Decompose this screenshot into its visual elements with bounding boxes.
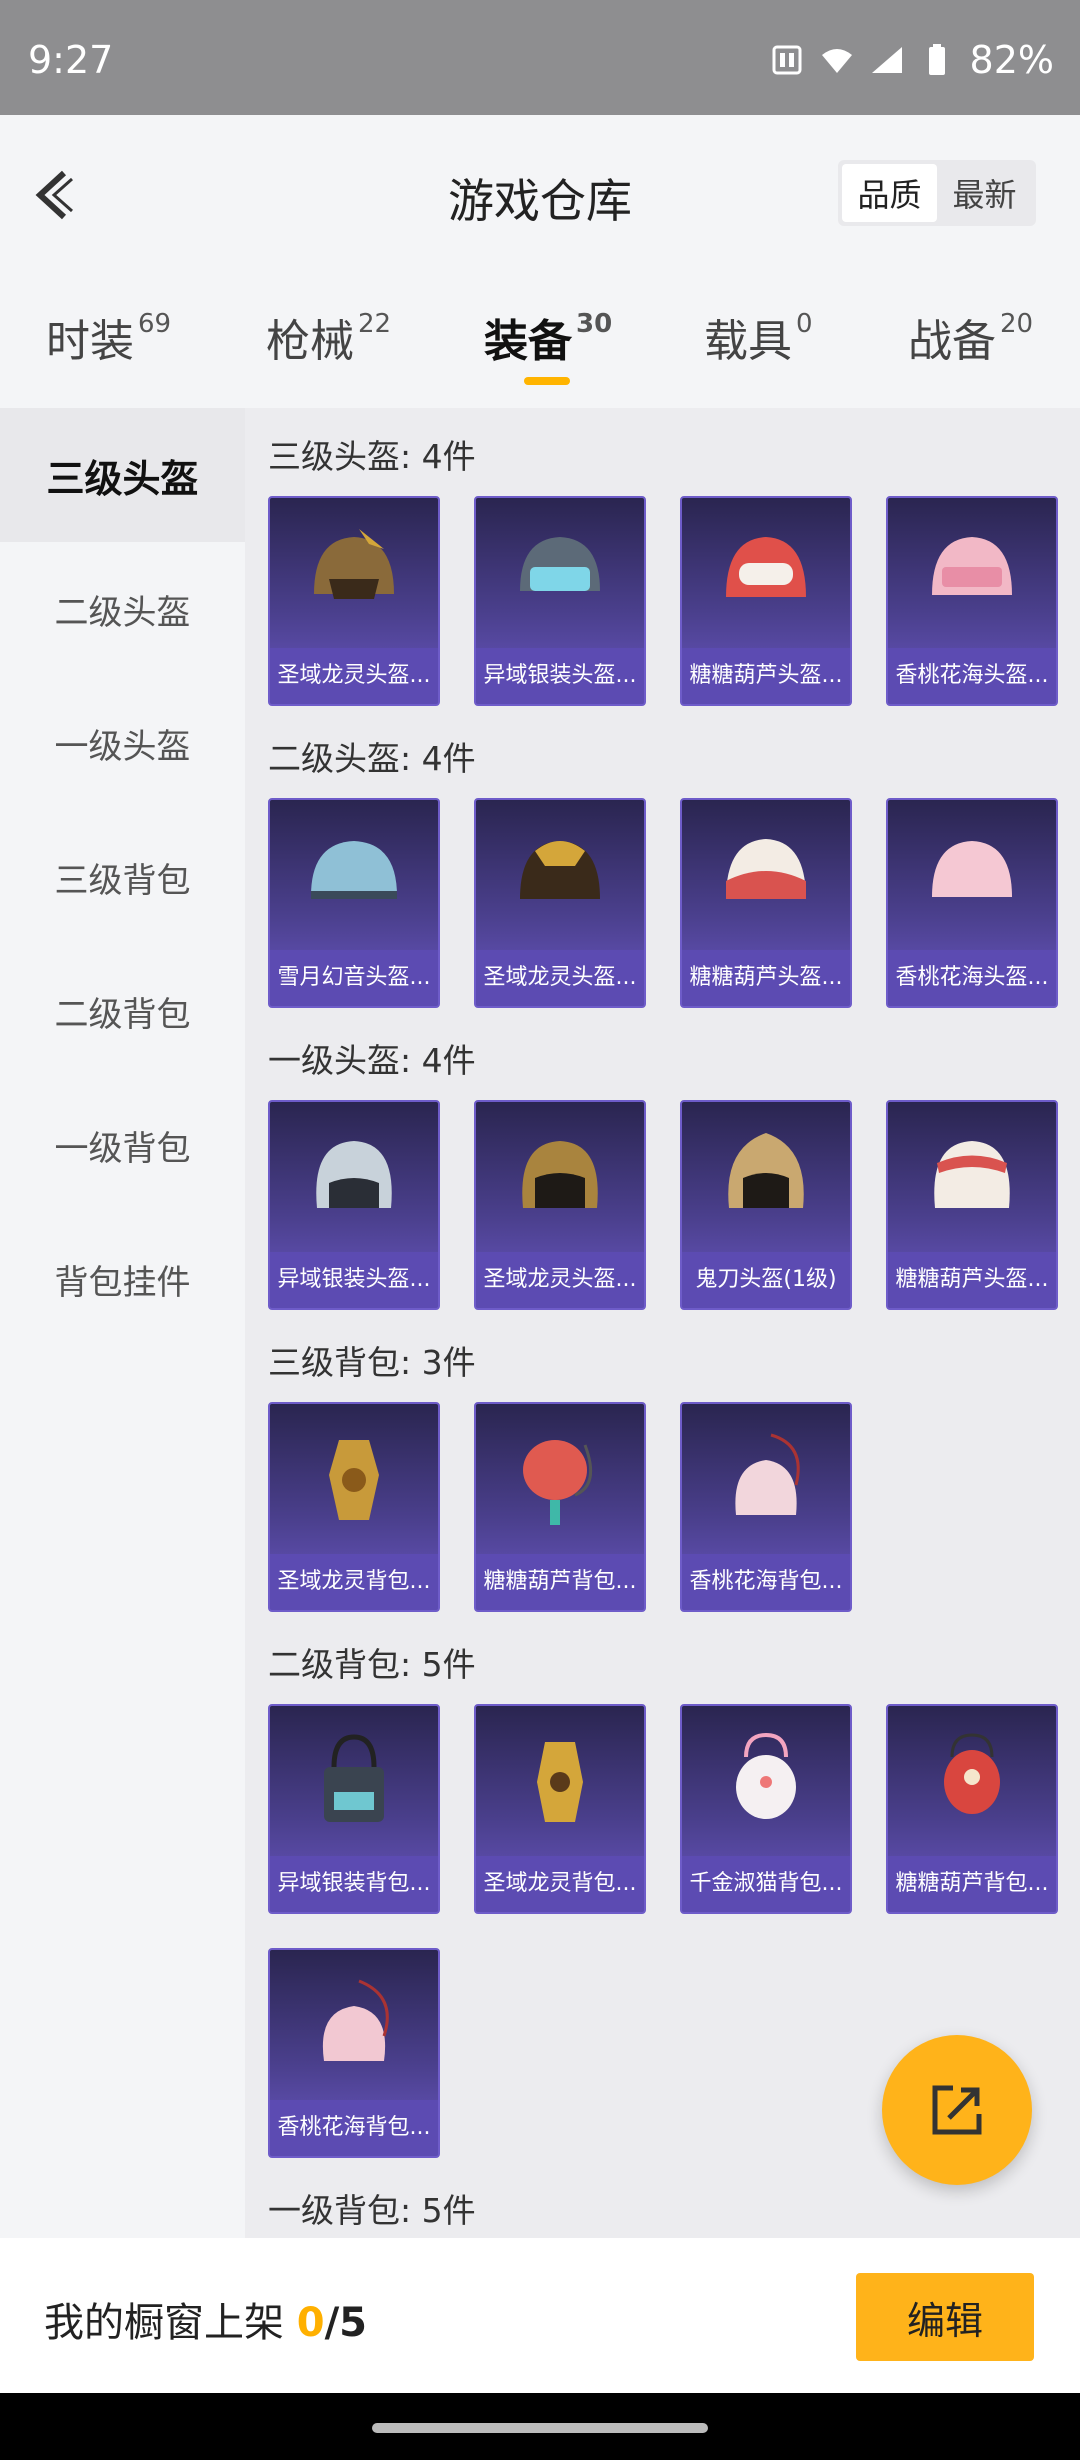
helmet-icon	[888, 800, 1056, 952]
sidenav-item-pendant[interactable]: 背包挂件	[0, 1212, 245, 1346]
section-title: 一级背包: 5件	[268, 2191, 476, 2230]
section-title: 二级头盔: 4件	[268, 739, 476, 778]
sidenav-item-backpack-2[interactable]: 二级背包	[0, 944, 245, 1078]
item-card[interactable]: 香桃花海背包...	[680, 1402, 852, 1612]
tab-equipment[interactable]: 装备 30	[484, 305, 612, 369]
sort-latest-button[interactable]: 最新	[937, 164, 1032, 222]
item-card[interactable]: 鬼刀头盔(1级)	[680, 1100, 852, 1310]
backpack-icon	[682, 1706, 850, 1858]
status-time: 9:27	[28, 38, 114, 82]
backpack-icon	[888, 1706, 1056, 1858]
sidenav-item-helmet-2[interactable]: 二级头盔	[0, 542, 245, 676]
showcase-status: 我的橱窗上架 0/5	[44, 2300, 368, 2346]
item-card[interactable]: 千金淑猫背包...	[680, 1704, 852, 1914]
system-nav-bar	[0, 2393, 1080, 2460]
sidenav-item-backpack-1[interactable]: 一级背包	[0, 1078, 245, 1212]
tab-fashion[interactable]: 时装 69	[46, 305, 171, 369]
share-icon	[932, 2085, 982, 2135]
battery-icon	[928, 44, 945, 75]
battery-percent: 82%	[969, 38, 1054, 82]
category-sidenav: 三级头盔 二级头盔 一级头盔 三级背包 二级背包 一级背包 背包挂件	[0, 408, 245, 2238]
item-card[interactable]: 圣域龙灵头盔...	[474, 798, 646, 1008]
item-card[interactable]: 异域银装头盔...	[474, 496, 646, 706]
nfc-icon	[772, 45, 802, 75]
item-card[interactable]: 糖糖葫芦头盔...	[680, 496, 852, 706]
item-card[interactable]: 异域银装头盔...	[268, 1100, 440, 1310]
helmet-icon	[682, 498, 850, 650]
item-card[interactable]: 香桃花海头盔...	[886, 798, 1058, 1008]
helmet-icon	[476, 800, 644, 952]
backpack-icon	[270, 1404, 438, 1556]
item-card[interactable]: 香桃花海背包...	[268, 1948, 440, 2158]
helmet-icon	[476, 1102, 644, 1254]
item-card[interactable]: 圣域龙灵头盔...	[474, 1100, 646, 1310]
status-bar: 9:27 82%	[0, 0, 1080, 115]
item-card[interactable]: 糖糖葫芦背包...	[886, 1704, 1058, 1914]
section-title: 二级背包: 5件	[268, 1645, 476, 1684]
helmet-icon	[888, 1102, 1056, 1254]
helmet-icon	[270, 800, 438, 952]
helmet-icon	[682, 800, 850, 952]
helmet-icon	[476, 498, 644, 650]
item-grid[interactable]: 三级头盔: 4件 圣域龙灵头盔... 异域银装头盔... 糖糖葫芦头盔... 香…	[245, 408, 1080, 2238]
item-card[interactable]: 异域银装背包...	[268, 1704, 440, 1914]
item-card[interactable]: 糖糖葫芦头盔...	[886, 1100, 1058, 1310]
section-title: 三级头盔: 4件	[268, 437, 476, 476]
item-card[interactable]: 圣域龙灵背包...	[474, 1704, 646, 1914]
backpack-icon	[476, 1404, 644, 1556]
item-card[interactable]: 香桃花海头盔...	[886, 496, 1058, 706]
section-title: 三级背包: 3件	[268, 1343, 476, 1382]
sort-toggle: 品质 最新	[838, 160, 1036, 226]
section-title: 一级头盔: 4件	[268, 1041, 476, 1080]
item-card[interactable]: 圣域龙灵背包...	[268, 1402, 440, 1612]
signal-icon	[871, 47, 902, 73]
item-card[interactable]: 圣域龙灵头盔...	[268, 496, 440, 706]
helmet-icon	[888, 498, 1056, 650]
tab-guns[interactable]: 枪械 22	[266, 305, 391, 369]
share-button[interactable]	[882, 2035, 1032, 2185]
sidenav-item-helmet-1[interactable]: 一级头盔	[0, 676, 245, 810]
backpack-icon	[270, 1706, 438, 1858]
backpack-icon	[270, 1950, 438, 2102]
category-tabs: 时装 69 枪械 22 装备 30 载具 0 战备 20	[0, 305, 1080, 415]
backpack-icon	[476, 1706, 644, 1858]
helmet-icon	[270, 498, 438, 650]
tab-supplies[interactable]: 战备 20	[908, 305, 1033, 369]
home-indicator[interactable]	[372, 2423, 708, 2433]
sidenav-item-helmet-3[interactable]: 三级头盔	[0, 408, 245, 542]
tab-vehicles[interactable]: 载具 0	[704, 305, 813, 369]
showcase-bar: 我的橱窗上架 0/5 编辑	[0, 2238, 1080, 2393]
item-card[interactable]: 糖糖葫芦背包...	[474, 1402, 646, 1612]
wifi-icon	[821, 49, 852, 73]
item-card[interactable]: 糖糖葫芦头盔...	[680, 798, 852, 1008]
helmet-icon	[270, 1102, 438, 1254]
item-card[interactable]: 雪月幻音头盔...	[268, 798, 440, 1008]
sidenav-item-backpack-3[interactable]: 三级背包	[0, 810, 245, 944]
active-tab-indicator	[524, 377, 570, 385]
status-icons: 82%	[770, 38, 1054, 82]
sort-quality-button[interactable]: 品质	[842, 164, 937, 222]
edit-button[interactable]: 编辑	[856, 2273, 1034, 2361]
helmet-icon	[682, 1102, 850, 1254]
backpack-icon	[682, 1404, 850, 1556]
